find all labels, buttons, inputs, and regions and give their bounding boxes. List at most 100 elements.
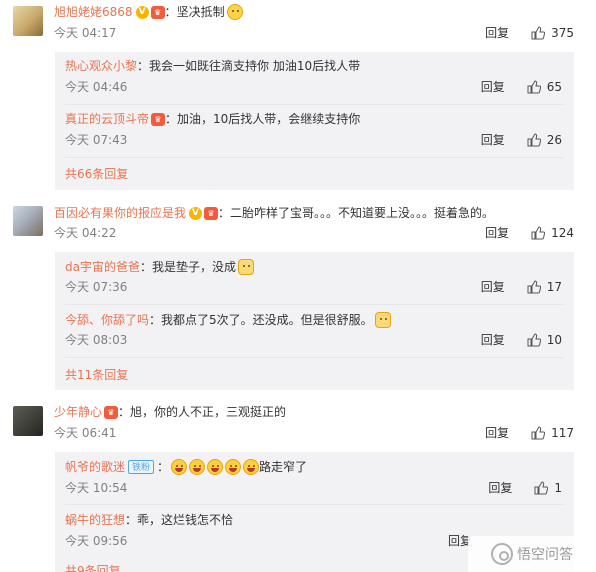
timestamp: 今天 10:54	[65, 481, 128, 495]
comment-text: 二胎咋样了宝哥。。。不知道要上没。。。挺着急的。	[230, 206, 495, 220]
comment: 百因必有果你的报应是我 V ♛ ： 二胎咋样了宝哥。。。不知道要上没。。。挺着急…	[0, 200, 596, 392]
timestamp: 今天 06:41	[54, 426, 117, 440]
verified-icon: V	[189, 206, 203, 220]
timestamp: 今天 08:03	[65, 333, 128, 347]
like-button[interactable]: 124	[531, 224, 574, 242]
reply-header: 蜗牛的狂想 ： 乖，这烂钱怎不恰	[65, 510, 233, 530]
avatar[interactable]	[13, 6, 43, 36]
laughing-emoji-icon	[243, 459, 260, 475]
reply-actions: 回复 10	[481, 331, 562, 349]
reply-text: 我都点了5次了。还没成。但是很舒服。	[161, 313, 373, 327]
username[interactable]: da宇宙的爸爸	[65, 257, 140, 277]
vip-icon: ♛	[204, 206, 219, 220]
reply-header: 帆爷的歌迷 铁粉 ： 路走窄了	[65, 457, 307, 477]
separator: ：	[137, 59, 150, 73]
replies-panel: da宇宙的爸爸 ： 我是垫子，没成 今天 07:36 回复 17 今舔、你舔了吗…	[55, 252, 574, 390]
thumbs-up-icon	[531, 426, 546, 440]
separator: ：	[218, 206, 231, 220]
separator: ：	[165, 112, 178, 126]
verified-icon: V	[135, 5, 149, 19]
username[interactable]: 旭旭姥姥6868	[54, 2, 133, 22]
reply-button[interactable]: 回复	[481, 331, 505, 349]
like-button[interactable]: 65	[527, 78, 562, 96]
separator: ：	[157, 460, 170, 474]
more-replies-link[interactable]: 共66条回复	[65, 165, 128, 183]
username[interactable]: 热心观众小黎	[65, 56, 137, 76]
reply-button[interactable]: 回复	[481, 131, 505, 149]
username[interactable]: 帆爷的歌迷	[65, 457, 125, 477]
reply-actions: 回复 17	[481, 278, 562, 296]
thumbs-up-icon	[531, 26, 546, 40]
username[interactable]: 百因必有果你的报应是我	[54, 203, 186, 223]
smile-emoji-icon	[226, 4, 243, 20]
comment-text: 坚决抵制	[176, 5, 225, 19]
reply-button[interactable]: 回复	[485, 24, 509, 42]
cat-emoji-icon	[238, 259, 255, 275]
like-button[interactable]: 1	[534, 479, 562, 497]
like-count: 17	[546, 280, 562, 294]
comment-header: 少年静心 ♛ ： 旭，你的人不正，三观挺正的	[54, 402, 286, 422]
comment-actions: 回复 124	[485, 224, 574, 242]
reply-button[interactable]: 回复	[481, 78, 505, 96]
like-count: 124	[551, 226, 574, 240]
thumbs-up-icon	[527, 280, 541, 294]
divider	[65, 157, 564, 158]
reply-actions: 回复 1	[488, 479, 562, 497]
fan-badge: 铁粉	[128, 460, 155, 474]
thumbs-up-icon	[531, 226, 546, 240]
like-count: 1	[554, 481, 562, 495]
timestamp: 今天 04:46	[65, 80, 128, 94]
thumbs-up-icon	[527, 333, 541, 347]
reply-text: 我会一如既往滴支持你 加油10后找人带	[149, 59, 361, 73]
reply-item: 真正的云顶斗帝 ♛ ： 加油，10后找人带，会继续支持你 今天 07:43 回复…	[55, 105, 574, 158]
like-count: 117	[551, 426, 574, 440]
username[interactable]: 少年静心	[54, 402, 102, 422]
reply-header: 今舔、你舔了吗 ： 我都点了5次了。还没成。但是很舒服。	[65, 310, 391, 330]
reply-item: 帆爷的歌迷 铁粉 ： 路走窄了 今天 10:54 回复 1	[55, 452, 574, 505]
reply-text: 我是垫子，没成	[152, 260, 237, 274]
reply-button[interactable]: 回复	[485, 224, 509, 242]
laughing-emoji-icon	[189, 459, 206, 475]
reply-button[interactable]: 回复	[485, 424, 509, 442]
reply-text: 路走窄了	[259, 460, 308, 474]
separator: ：	[125, 513, 138, 527]
reply-text: 乖，这烂钱怎不恰	[137, 513, 234, 527]
laughing-emoji-icon	[171, 459, 188, 475]
like-button[interactable]: 117	[531, 424, 574, 442]
timestamp: 今天 09:56	[65, 534, 128, 548]
cat-emoji-icon	[374, 312, 391, 328]
separator: ：	[118, 405, 131, 419]
divider	[65, 357, 564, 358]
like-button[interactable]: 26	[527, 131, 562, 149]
avatar[interactable]	[13, 206, 43, 236]
more-replies-link[interactable]: 共11条回复	[65, 366, 128, 384]
replies-panel: 热心观众小黎 ： 我会一如既往滴支持你 加油10后找人带 今天 04:46 回复…	[55, 52, 574, 190]
comment-actions: 回复 375	[485, 24, 574, 42]
like-button[interactable]: 10	[527, 331, 562, 349]
thumbs-up-icon	[527, 80, 541, 94]
like-button[interactable]: 375	[531, 24, 574, 42]
more-replies-link[interactable]: 共9条回复	[65, 562, 121, 572]
reply-item: da宇宙的爸爸 ： 我是垫子，没成 今天 07:36 回复 17	[55, 252, 574, 305]
like-count: 10	[546, 333, 562, 347]
like-button[interactable]: 17	[527, 278, 562, 296]
reply-text: 加油，10后找人带，会继续支持你	[177, 112, 361, 126]
comment-actions: 回复 117	[485, 424, 574, 442]
reply-button[interactable]: 回复	[488, 479, 512, 497]
avatar[interactable]	[13, 406, 43, 436]
comment: 旭旭姥姥6868 V ♛ ： 坚决抵制 今天 04:17 回复 375 热心观众…	[0, 0, 596, 190]
timestamp: 今天 07:36	[65, 280, 128, 294]
reply-header: 真正的云顶斗帝 ♛ ： 加油，10后找人带，会继续支持你	[65, 109, 360, 129]
watermark-text: 悟空问答	[517, 547, 573, 563]
username[interactable]: 真正的云顶斗帝	[65, 109, 149, 129]
vip-icon: ♛	[151, 112, 166, 126]
timestamp: 今天 04:22	[54, 226, 117, 240]
thumbs-up-icon	[527, 133, 541, 147]
username[interactable]: 今舔、你舔了吗	[65, 310, 149, 330]
vip-icon: ♛	[150, 5, 165, 19]
reply-header: 热心观众小黎 ： 我会一如既往滴支持你 加油10后找人带	[65, 56, 360, 76]
reply-actions: 回复 26	[481, 131, 562, 149]
comment-text: 旭，你的人不正，三观挺正的	[130, 405, 287, 419]
username[interactable]: 蜗牛的狂想	[65, 510, 125, 530]
reply-button[interactable]: 回复	[481, 278, 505, 296]
